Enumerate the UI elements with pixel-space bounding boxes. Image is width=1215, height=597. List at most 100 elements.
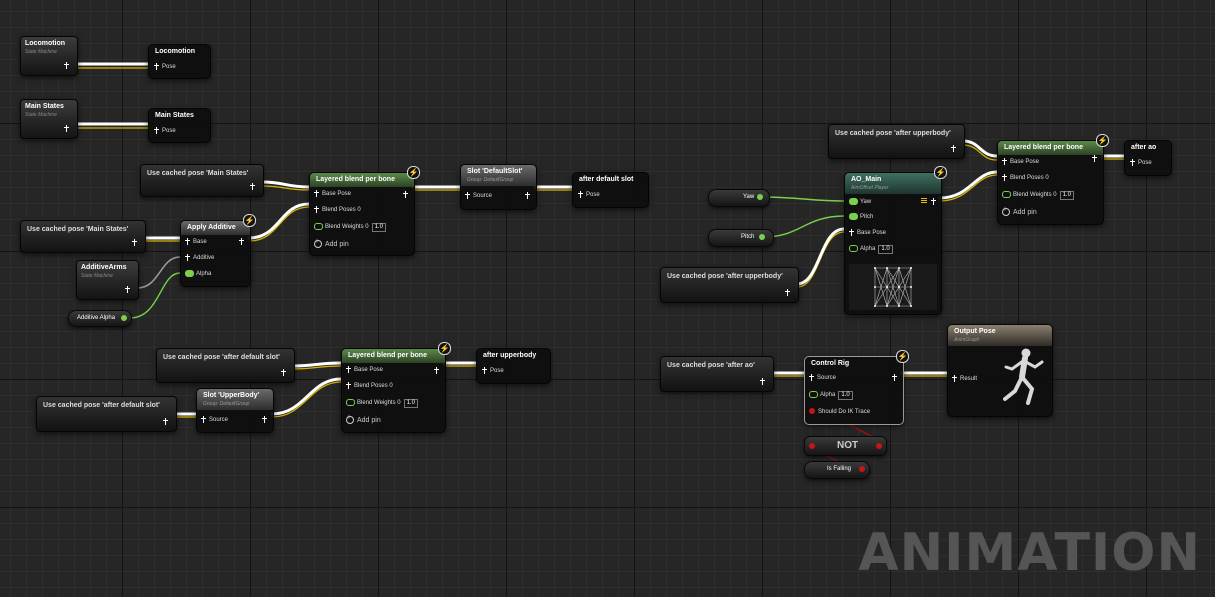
pose-output-icon[interactable] [132,239,137,246]
pose-output-icon[interactable] [239,238,244,245]
add-pin-button[interactable]: Add pin [1002,206,1037,216]
pose-output-icon[interactable] [262,416,267,423]
pose-output-icon[interactable] [931,198,936,205]
node-title: Layered blend per bone [348,352,427,359]
apply-additive-node[interactable]: Apply Additive Base Additive Alpha ⚡ [180,214,256,287]
use-cached-pose-main-states-2[interactable]: Use cached pose 'Main States' [20,220,146,253]
add-pin-button[interactable]: Add pin [346,414,381,424]
bool-input-icon[interactable] [809,443,815,449]
blend-weights-pin[interactable]: Blend Weights 0 1.0 [346,399,418,409]
pose-output-icon[interactable] [525,192,530,199]
base-pose-pin[interactable]: Base Pose [314,190,351,198]
pose-output-icon[interactable] [951,145,956,152]
pitch-pin[interactable]: Pitch [849,213,873,221]
pose-output-icon[interactable] [64,125,69,132]
save-cached-pose-after-ao[interactable]: after ao Pose [1124,140,1172,176]
pose-input-pin[interactable]: Pose [154,63,176,71]
float-pin-icon[interactable] [759,234,765,240]
pin-label: Base Pose [857,230,887,237]
pose-output-icon[interactable] [434,367,439,374]
base-pose-pin[interactable]: Base Pose [849,229,886,237]
alpha-pin[interactable]: Alpha 1.0 [809,391,853,401]
use-cached-pose-after-upperbody-1[interactable]: Use cached pose 'after upperbody' [828,124,965,159]
pose-output-icon[interactable] [785,289,790,296]
pose-output-icon[interactable] [281,369,286,376]
variable-pitch[interactable]: Pitch [708,229,774,247]
blend-weight-value[interactable]: 1.0 [371,223,386,233]
node-subtitle: Group: DefaultGroup [203,401,250,407]
pose-pin-icon [346,382,351,389]
variable-is-falling[interactable]: Is Falling [804,461,870,479]
slot-default-node[interactable]: Slot 'DefaultSlot' Group: DefaultGroup So… [460,164,537,210]
layered-blend-node-2[interactable]: Layered blend per bone Base Pose Blend P… [341,342,451,433]
pose-output-icon[interactable] [892,374,897,381]
state-machine-locomotion[interactable]: Locomotion State Machine [20,36,78,76]
pose-output-icon[interactable] [1092,155,1097,162]
pose-output-icon[interactable] [760,378,765,385]
additive-pin[interactable]: Additive [185,254,214,262]
save-cached-pose-after-default-slot[interactable]: after default slot Pose [572,172,649,208]
layered-blend-node-3[interactable]: Layered blend per bone Base Pose Blend P… [997,134,1109,225]
alpha-value[interactable]: 1.0 [878,245,893,255]
slot-upperbody-node[interactable]: Slot 'UpperBody' Group: DefaultGroup Sour… [196,388,274,433]
use-cached-pose-main-states-1[interactable]: Use cached pose 'Main States' [140,164,264,197]
pose-output-icon[interactable] [403,191,408,198]
use-cached-pose-after-upperbody-2[interactable]: Use cached pose 'after upperbody' [660,267,799,303]
add-pin-label: Add pin [1013,208,1037,216]
pose-input-pin[interactable]: Pose [482,367,504,375]
ik-trace-pin[interactable]: Should Do IK Trace [809,408,870,416]
base-pin[interactable]: Base [185,238,207,246]
blend-weights-pin[interactable]: Blend Weights 0 1.0 [1002,191,1074,201]
pose-input-pin[interactable]: Pose [154,127,176,135]
pose-pin-icon [578,191,583,198]
node-title: AdditiveArms [81,264,127,271]
control-rig-node[interactable]: Control Rig Source Alpha 1.0 Should Do IK… [804,350,909,425]
pose-output-icon[interactable] [250,183,255,190]
blend-poses-pin[interactable]: Blend Poses 0 [314,206,361,214]
pin-label: Base [193,239,207,246]
yaw-pin[interactable]: Yaw [849,198,871,206]
variable-additive-alpha[interactable]: Additive Alpha [68,310,132,327]
pose-output-icon[interactable] [125,286,130,293]
base-pose-pin[interactable]: Base Pose [346,366,383,374]
alpha-value[interactable]: 1.0 [838,391,853,401]
base-pose-pin[interactable]: Base Pose [1002,158,1039,166]
use-cached-pose-after-ao[interactable]: Use cached pose 'after ao' [660,356,774,392]
save-cached-pose-after-upperbody[interactable]: after upperbody Pose [476,348,551,384]
blend-weights-pin[interactable]: Blend Weights 0 1.0 [314,223,386,233]
pose-output-icon[interactable] [163,418,168,425]
layered-blend-node-1[interactable]: Layered blend per bone Base Pose Blend P… [309,166,420,256]
blend-poses-pin[interactable]: Blend Poses 0 [1002,174,1049,182]
source-pin[interactable]: Source [201,416,228,424]
not-node[interactable]: NOT [804,436,887,456]
bool-output-icon[interactable] [876,443,882,449]
bool-pin-icon[interactable] [859,466,865,472]
add-pin-button[interactable]: Add pin [314,238,349,248]
variable-label: Additive Alpha [77,315,116,321]
result-pin[interactable]: Result [952,375,977,383]
state-machine-additive-arms[interactable]: AdditiveArms State Machine [76,260,139,300]
save-cached-pose-locomotion[interactable]: Locomotion Pose [148,44,211,79]
use-cached-pose-after-default-slot-1[interactable]: Use cached pose 'after default slot' [156,348,295,383]
pin-label: Base Pose [1010,159,1040,166]
use-cached-pose-after-default-slot-2[interactable]: Use cached pose 'after default slot' [36,396,177,432]
blend-weight-value[interactable]: 1.0 [403,399,418,409]
pose-input-pin[interactable]: Pose [578,191,600,199]
output-pose-node[interactable]: Output Pose AnimGraph Result [947,324,1053,417]
variable-yaw[interactable]: Yaw [708,189,770,207]
source-pin[interactable]: Source [465,192,492,200]
blend-poses-pin[interactable]: Blend Poses 0 [346,382,393,390]
float-pin-icon [314,223,323,230]
pose-input-pin[interactable]: Pose [1130,159,1152,167]
node-title: AO_Main [851,176,882,183]
float-pin-icon[interactable] [757,194,763,200]
float-pin-icon[interactable] [121,315,127,321]
alpha-pin[interactable]: Alpha [185,270,211,278]
state-machine-main-states[interactable]: Main States State Machine [20,99,78,139]
aim-offset-node[interactable]: AO_Main AimOffset Player Yaw Pitch Base P… [844,166,947,315]
pose-output-icon[interactable] [64,62,69,69]
save-cached-pose-main-states[interactable]: Main States Pose [148,108,211,143]
alpha-pin[interactable]: Alpha 1.0 [849,245,893,255]
blend-weight-value[interactable]: 1.0 [1059,191,1074,201]
source-pin[interactable]: Source [809,374,836,382]
